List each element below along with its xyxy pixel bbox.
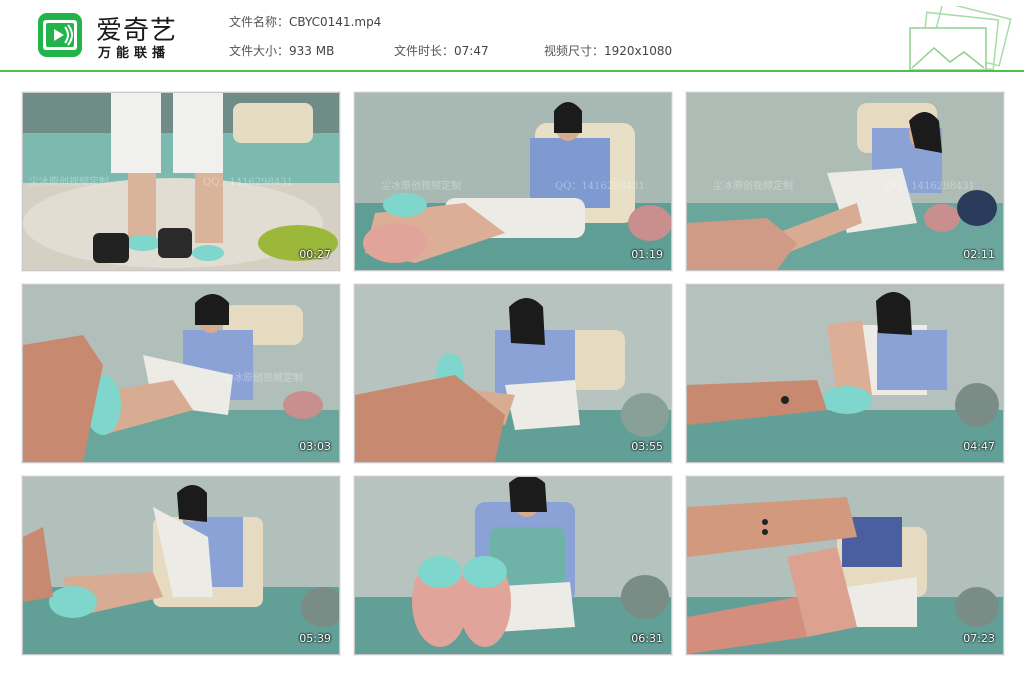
watermark-text: 尘冰原创视频定制: [713, 181, 793, 192]
file-name-value: CBYC0141.mp4: [289, 15, 382, 29]
file-name-label: 文件名称：: [229, 15, 290, 29]
thumbnail-timestamp: 02:11: [963, 248, 995, 261]
thumbnail[interactable]: 05:39: [22, 476, 340, 655]
watermark-text: 尘冰原创视频定制: [29, 177, 109, 188]
thumbnail[interactable]: 尘冰原创视频定制 QQ：1416298431 00:27: [22, 92, 340, 271]
video-frame-image: [687, 477, 1003, 654]
video-frame-image: [355, 285, 671, 462]
thumbnail[interactable]: 尘冰原创视频定制 QQ：1416298431 02:11: [686, 92, 1004, 271]
watermark-text: QQ：1416298431: [885, 181, 976, 192]
file-duration-label: 文件时长：: [394, 44, 455, 58]
watermark-text: 尘冰原创视频定制: [223, 373, 303, 384]
photo-stack-decoration-icon: [909, 6, 1012, 70]
watermark-text: QQ：1416298431: [203, 177, 294, 188]
watermark-text: QQ：1416298431: [555, 181, 646, 192]
file-size-value: 933 MB: [289, 44, 335, 58]
thumbnail-timestamp: 06:31: [631, 632, 663, 645]
thumbnail-timestamp: 00:27: [299, 248, 331, 261]
video-dimensions-row: 视频尺寸：1920x1080: [544, 42, 672, 59]
thumbnail-timestamp: 03:03: [299, 440, 331, 453]
header-divider: [0, 70, 1024, 72]
thumbnail-timestamp: 03:55: [631, 440, 663, 453]
file-size-label: 文件大小：: [229, 44, 290, 58]
video-frame-image: [355, 477, 671, 654]
thumbnail-timestamp: 05:39: [299, 632, 331, 645]
file-duration-value: 07:47: [454, 44, 489, 58]
iqiyi-logo-icon: [38, 13, 82, 57]
thumbnail[interactable]: 尘冰原创视频定制 03:03: [22, 284, 340, 463]
video-dimensions-value: 1920x1080: [604, 44, 673, 58]
thumbnail[interactable]: 03:55: [354, 284, 672, 463]
file-name-row: 文件名称：CBYC0141.mp4: [229, 13, 381, 30]
thumbnail-timestamp: 01:19: [631, 248, 663, 261]
thumbnail[interactable]: 尘冰原创视频定制 QQ：1416298431 01:19: [354, 92, 672, 271]
thumbnail[interactable]: 06:31: [354, 476, 672, 655]
file-size-row: 文件大小：933 MB: [229, 42, 334, 59]
file-duration-row: 文件时长：07:47: [394, 42, 489, 59]
video-frame-image: [687, 285, 1003, 462]
thumbnail-timestamp: 07:23: [963, 632, 995, 645]
thumbnail[interactable]: 07:23: [686, 476, 1004, 655]
thumbnail-timestamp: 04:47: [963, 440, 995, 453]
brand-subtitle: 万能联播: [98, 46, 171, 61]
video-dimensions-label: 视频尺寸：: [544, 44, 605, 58]
thumbnail[interactable]: 04:47: [686, 284, 1004, 463]
watermark-text: 尘冰原创视频定制: [381, 181, 461, 192]
video-frame-image: [23, 477, 339, 654]
header: 爱奇艺 万能联播 文件名称：CBYC0141.mp4 文件大小：933 MB 文…: [0, 0, 1024, 72]
